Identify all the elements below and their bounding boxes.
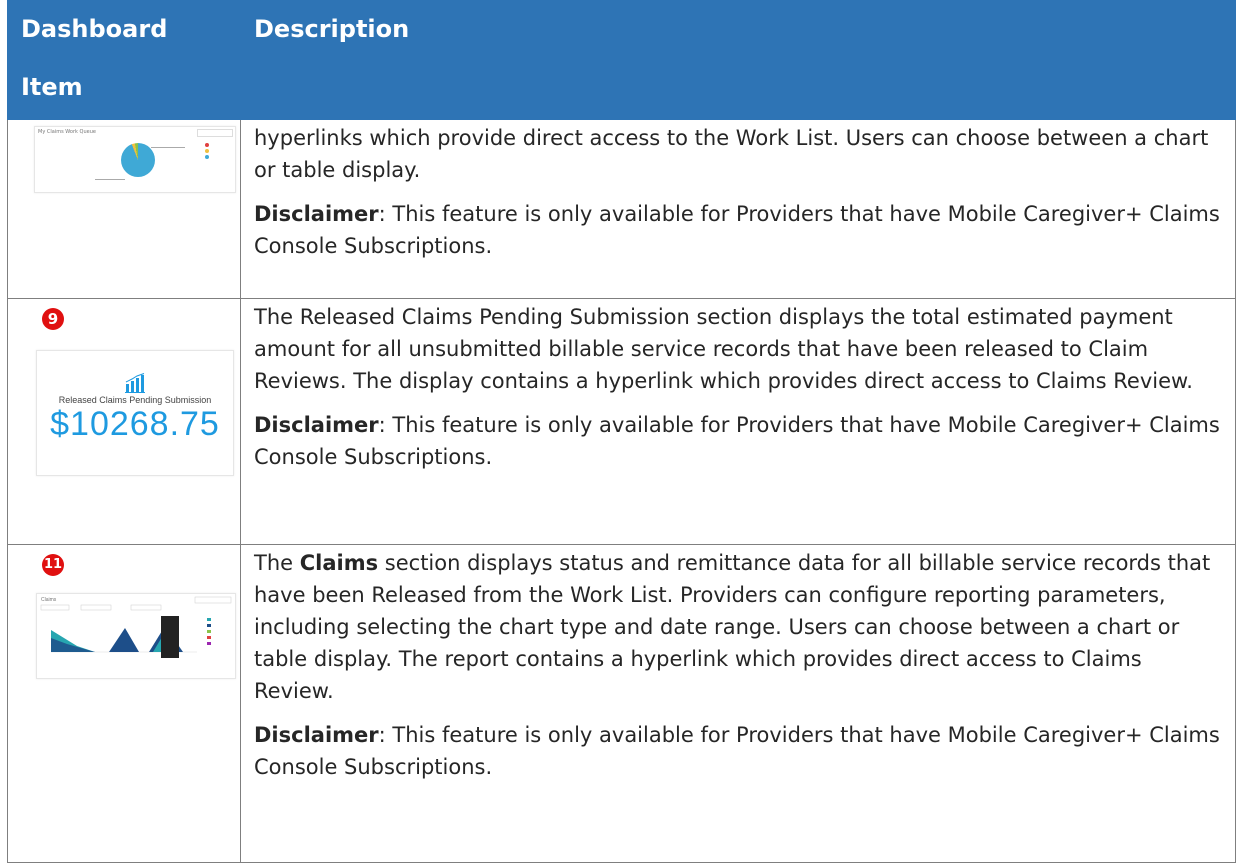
- item-cell-work-queue: My Claims Work Queue: [7, 119, 241, 299]
- disclaimer-paragraph: Disclaimer: This feature is only availab…: [254, 198, 1221, 262]
- legend-swatch: [207, 624, 211, 627]
- header-dashboard-item-line2: Item: [21, 73, 83, 101]
- released-claims-label: Released Claims Pending Submission: [58, 395, 212, 405]
- work-queue-thumbnail-title: My Claims Work Queue: [38, 129, 96, 135]
- work-queue-thumbnail: My Claims Work Queue: [34, 126, 236, 193]
- claims-bold-term: Claims: [299, 551, 379, 575]
- released-claims-thumbnail: Released Claims Pending Submission $1026…: [36, 350, 234, 476]
- bar-chart-icon: [125, 373, 145, 393]
- legend-swatch: [205, 143, 209, 147]
- pie-legend: [205, 143, 229, 165]
- pie-leader-line: [95, 179, 125, 180]
- item-number-badge: 9: [42, 308, 64, 330]
- description-cell: The Claims section displays status and r…: [240, 544, 1236, 863]
- claims-thumbnail: Claims: [36, 593, 236, 679]
- description-cell: hyperlinks which provide direct access t…: [240, 119, 1236, 299]
- table-row: 11 Claims The Claims section displays st…: [7, 544, 1236, 863]
- description-paragraph: hyperlinks which provide direct access t…: [254, 126, 1209, 182]
- header-description: Description: [240, 0, 1236, 120]
- disclaimer-paragraph: Disclaimer: This feature is only availab…: [254, 409, 1221, 473]
- released-claims-amount[interactable]: $10268.75: [37, 405, 233, 443]
- description-paragraph: The Released Claims Pending Submission s…: [254, 305, 1193, 393]
- disclaimer-label: Disclaimer: [254, 413, 379, 437]
- legend-swatch: [207, 630, 211, 633]
- header-description-label: Description: [254, 15, 410, 43]
- header-dashboard-item-line1: Dashboard: [21, 15, 168, 43]
- table-header-row: Dashboard Item Description: [7, 0, 1236, 120]
- legend-swatch: [205, 149, 209, 153]
- dashboard-items-table: Dashboard Item Description My Claims Wor…: [7, 0, 1236, 863]
- item-cell-released-claims: 9 Released Claims Pending Submission $10…: [7, 298, 241, 545]
- legend-swatch: [207, 618, 211, 621]
- disclaimer-label: Disclaimer: [254, 723, 379, 747]
- description-paragraph: The Claims section displays status and r…: [254, 547, 1221, 707]
- pie-chart: [121, 143, 155, 177]
- table-row: My Claims Work Queue hyperlinks which pr…: [7, 119, 1236, 299]
- chart-table-toggle: [197, 129, 233, 137]
- para-rest: section displays status and remittance d…: [254, 551, 1211, 703]
- filter-select: [80, 604, 112, 611]
- description-cell: The Released Claims Pending Submission s…: [240, 298, 1236, 545]
- disclaimer-text: : This feature is only available for Pro…: [254, 413, 1220, 469]
- para-prefix: The: [254, 551, 300, 575]
- disclaimer-paragraph: Disclaimer: This feature is only availab…: [254, 719, 1221, 783]
- chart-table-toggle: [194, 596, 232, 604]
- legend-swatch: [207, 642, 211, 645]
- legend-swatch: [205, 155, 209, 159]
- legend-swatch: [207, 636, 211, 639]
- header-dashboard-item: Dashboard Item: [7, 0, 241, 120]
- chart-tooltip: [161, 616, 179, 658]
- filter-select: [40, 604, 70, 611]
- item-number-badge: 11: [42, 554, 64, 576]
- claims-thumbnail-title: Claims: [41, 597, 57, 603]
- disclaimer-text: : This feature is only available for Pro…: [254, 723, 1220, 779]
- table-row: 9 Released Claims Pending Submission $10…: [7, 298, 1236, 545]
- item-cell-claims: 11 Claims: [7, 544, 241, 863]
- disclaimer-text: : This feature is only available for Pro…: [254, 202, 1220, 258]
- disclaimer-label: Disclaimer: [254, 202, 379, 226]
- filter-select: [130, 604, 162, 611]
- area-series: [109, 628, 139, 652]
- pie-leader-line: [151, 147, 185, 148]
- claims-area-chart: Claims: [40, 596, 232, 658]
